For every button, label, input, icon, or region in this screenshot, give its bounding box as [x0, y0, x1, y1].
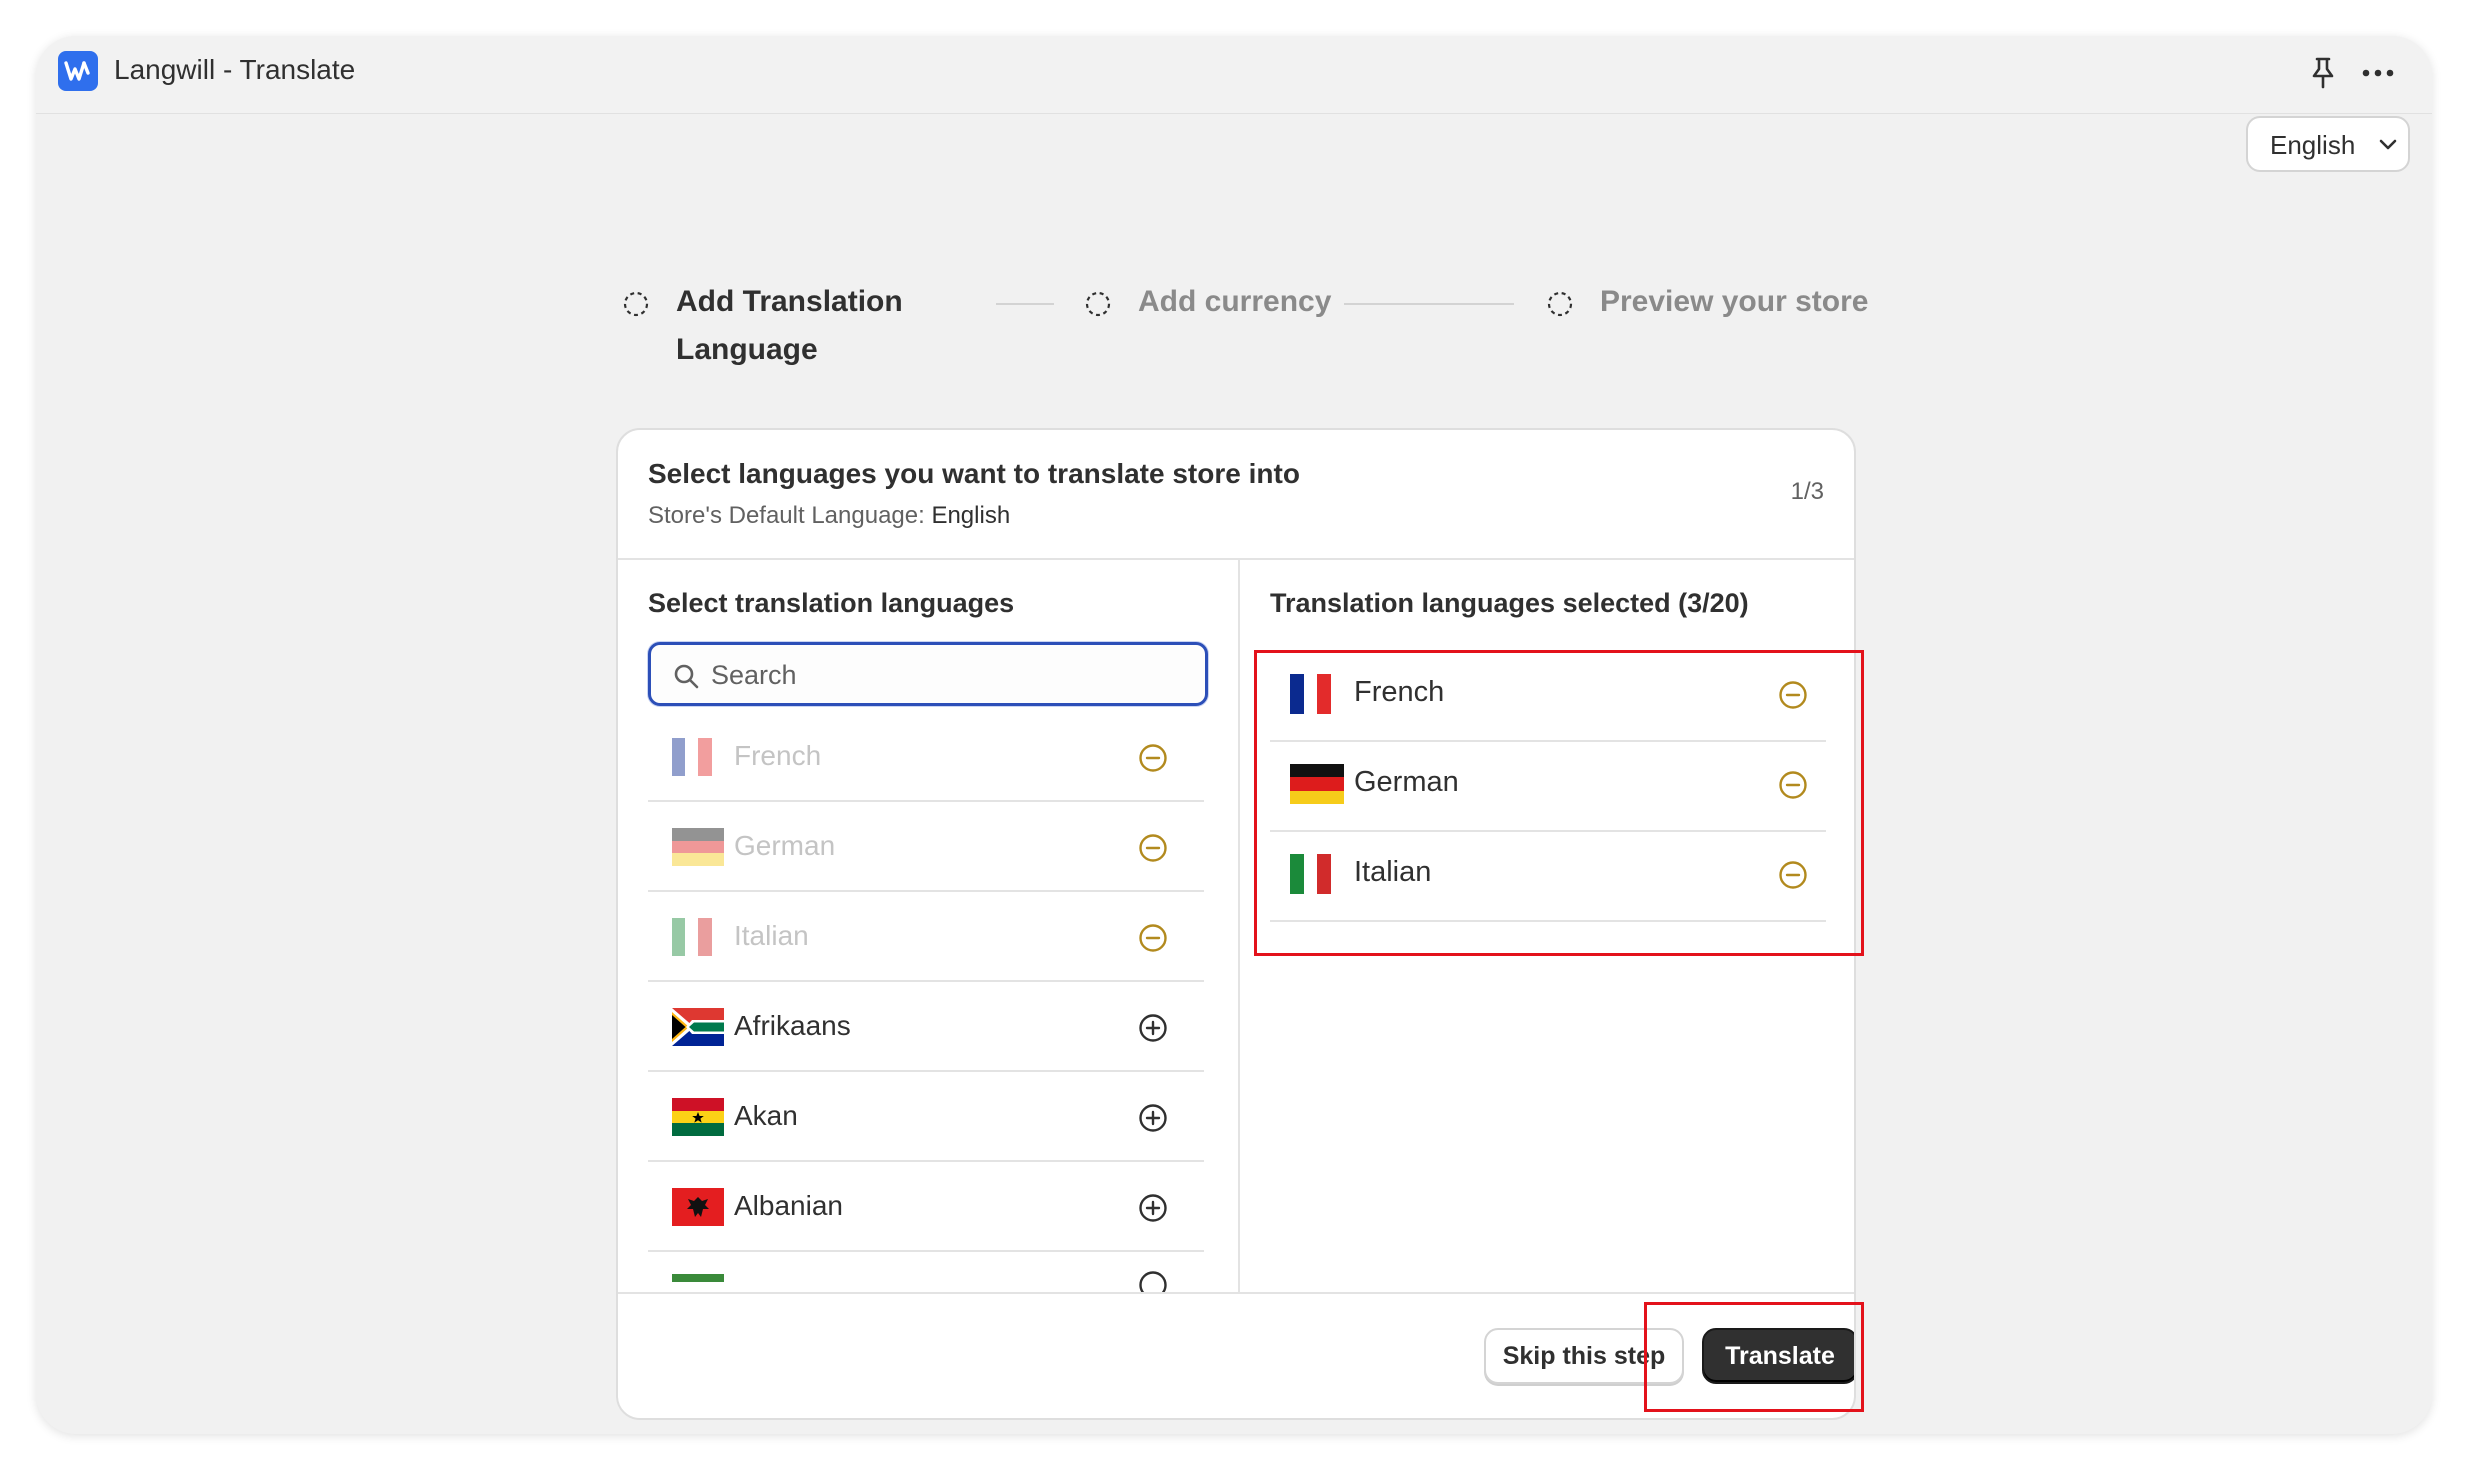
language-name: German	[734, 830, 836, 861]
add-circle-icon[interactable]	[1138, 1193, 1168, 1223]
flag-france-icon	[672, 738, 712, 776]
language-row-afrikaans[interactable]: Afrikaans	[648, 982, 1204, 1072]
title-bar: Langwill - Translate	[36, 36, 2432, 114]
language-row-partial[interactable]	[648, 1252, 1204, 1292]
search-input[interactable]	[711, 657, 1191, 693]
language-row-french: French	[648, 712, 1204, 802]
flag-south-africa-icon	[672, 1008, 724, 1046]
search-icon	[674, 664, 699, 689]
add-circle-icon[interactable]	[1138, 1270, 1168, 1292]
flag-italy-icon	[1290, 854, 1331, 894]
selected-language-name: French	[1354, 676, 1445, 708]
selected-languages-list: French German Italian	[1270, 652, 1826, 922]
language-name: Afrikaans	[734, 1010, 851, 1041]
step-1-label-line2: Language	[676, 333, 818, 366]
language-row-italian: Italian	[648, 892, 1204, 982]
language-name: Akan	[734, 1100, 798, 1131]
step-1-label-line1: Add Translation	[676, 285, 903, 318]
pin-icon[interactable]	[2308, 56, 2338, 90]
available-languages-title: Select translation languages	[648, 588, 1015, 618]
card-footer: Skip this step Translate	[618, 1292, 1854, 1418]
step-3-label: Preview your store	[1600, 285, 1869, 318]
flag-albania-icon	[672, 1188, 724, 1226]
default-language-label: Store's Default Language:	[648, 502, 925, 529]
card-header: Select languages you want to translate s…	[618, 430, 1854, 560]
language-name: Italian	[734, 920, 809, 951]
remove-circle-icon[interactable]	[1138, 833, 1168, 863]
remove-circle-icon[interactable]	[1778, 860, 1808, 890]
flag-france-icon	[1290, 674, 1331, 714]
language-selector-value: English	[2270, 130, 2356, 160]
card-title: Select languages you want to translate s…	[648, 458, 1300, 489]
more-options-icon[interactable]	[2358, 56, 2398, 90]
language-search-box[interactable]	[648, 642, 1208, 706]
add-circle-icon[interactable]	[1138, 1013, 1168, 1043]
step-2-pending-circle-icon	[1085, 291, 1111, 317]
step-1-label: Add Translation Language	[676, 278, 903, 374]
selected-languages-title: Translation languages selected (3/20)	[1270, 588, 1749, 618]
remove-circle-icon[interactable]	[1138, 743, 1168, 773]
language-name: Albanian	[734, 1190, 843, 1221]
flag-ghana-icon	[672, 1098, 724, 1136]
step-3-pending-circle-icon	[1547, 291, 1573, 317]
chevron-down-icon	[2379, 139, 2397, 150]
flag-germany-icon	[1290, 764, 1344, 804]
selected-row-french: French	[1270, 652, 1826, 742]
app-title: Langwill - Translate	[114, 54, 356, 85]
step-1-pending-circle-icon	[623, 291, 649, 317]
flag-germany-icon	[672, 828, 724, 866]
language-name: French	[734, 740, 822, 771]
default-language-value: English	[931, 502, 1011, 529]
selected-row-german: German	[1270, 742, 1826, 832]
language-row-albanian[interactable]: Albanian	[648, 1162, 1204, 1252]
language-selection-card: Select languages you want to translate s…	[616, 428, 1856, 1420]
step-page-indicator: 1/3	[1790, 478, 1824, 505]
selected-language-name: German	[1354, 766, 1459, 798]
selected-language-name: Italian	[1354, 856, 1432, 888]
app-window: Langwill - Translate English Add Transla…	[36, 36, 2432, 1434]
available-languages-list: French German Italian Afrikaans Akan Alb…	[648, 712, 1208, 1292]
selected-row-italian: Italian	[1270, 832, 1826, 922]
add-circle-icon[interactable]	[1138, 1103, 1168, 1133]
translate-button[interactable]: Translate	[1702, 1328, 1854, 1384]
step-connector-1	[996, 303, 1054, 305]
column-divider	[1238, 560, 1240, 1292]
language-row-akan[interactable]: Akan	[648, 1072, 1204, 1162]
remove-circle-icon[interactable]	[1778, 770, 1808, 800]
langwill-logo-icon	[58, 51, 98, 91]
remove-circle-icon[interactable]	[1138, 923, 1168, 953]
language-row-german: German	[648, 802, 1204, 892]
flag-partial-icon	[672, 1274, 724, 1282]
default-language-info: Store's Default Language: English	[648, 502, 1010, 530]
language-selector-dropdown[interactable]: English	[2246, 116, 2410, 172]
step-2-label: Add currency	[1138, 285, 1332, 318]
remove-circle-icon[interactable]	[1778, 680, 1808, 710]
flag-italy-icon	[672, 918, 712, 956]
step-connector-2	[1344, 303, 1514, 305]
skip-step-button[interactable]: Skip this step	[1484, 1328, 1684, 1384]
